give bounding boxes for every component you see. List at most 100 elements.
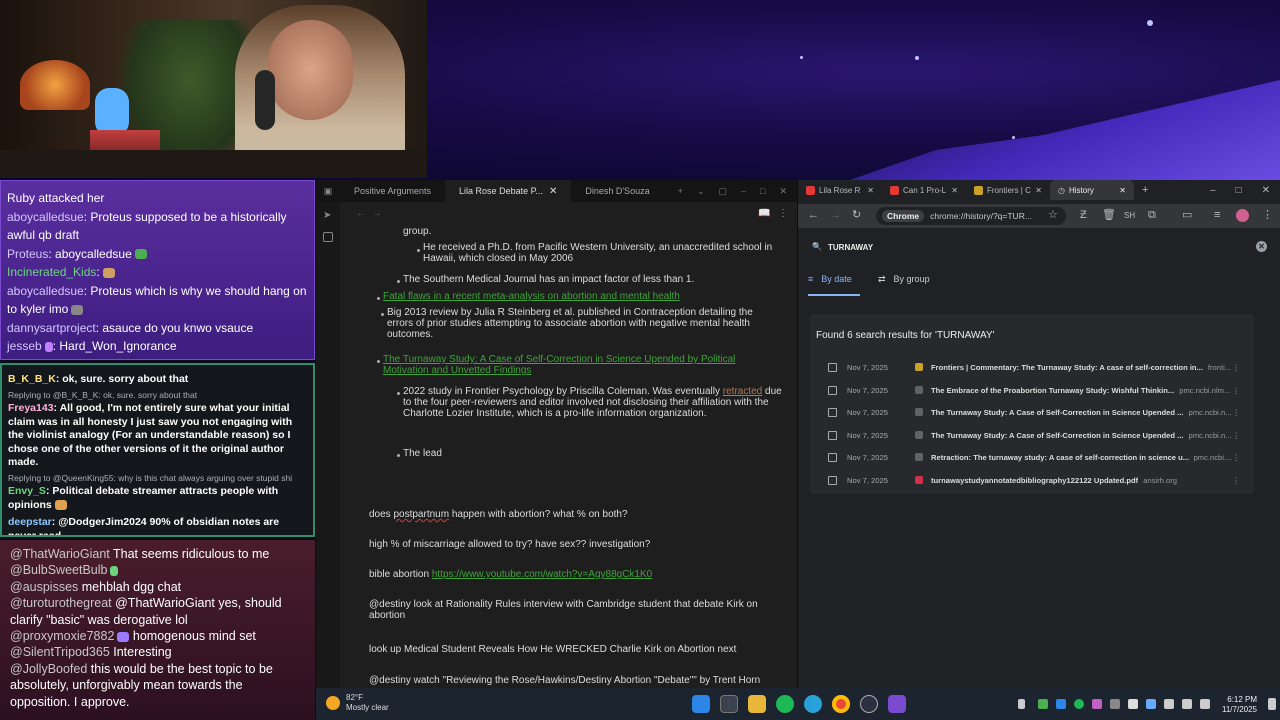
close-window-icon[interactable]: ✕ [779,186,787,197]
new-tab-icon[interactable]: + [678,186,683,197]
tab-lila-rose-debate[interactable]: Lila Rose Debate P... ✕ [445,180,572,202]
bookmark-star-icon[interactable]: ☆ [1048,210,1059,221]
tab-positive-arguments[interactable]: Positive Arguments [340,180,445,202]
more-options-icon[interactable]: ⋮ [778,208,788,219]
tray-icon[interactable] [1128,699,1138,709]
start-icon[interactable] [692,695,710,713]
chat-username[interactable]: Incinerated_Kids [7,265,96,279]
cast-icon[interactable]: ▭ [1182,210,1193,221]
maximize-icon[interactable]: □ [760,186,765,197]
task-view-icon[interactable] [720,695,738,713]
row-checkbox[interactable] [828,407,837,417]
battery-icon[interactable] [1200,699,1210,709]
misspelled-word[interactable]: postpartnum [393,509,449,520]
menu-icon[interactable]: ⋮ [1262,210,1273,221]
row-checkbox[interactable] [828,385,837,395]
chat-username[interactable]: aboycalledsue [7,210,84,224]
chrome-tab[interactable]: Lila Rose R ✕ [798,180,882,200]
row-title[interactable]: Retraction: The turnaway study: A case o… [931,453,1189,462]
more-icon[interactable]: ⋮ [1232,386,1240,395]
close-icon[interactable]: ✕ [867,186,874,195]
more-icon[interactable]: ⋮ [1232,431,1240,440]
network-icon[interactable] [1164,699,1174,709]
tab-by-date[interactable]: ≡ By date [808,274,852,284]
obsidian-icon[interactable] [888,695,906,713]
chevron-up-icon[interactable] [1018,699,1025,709]
close-icon[interactable]: ✕ [549,186,557,197]
new-tab-icon[interactable]: + [1142,184,1148,196]
note-link[interactable]: Fatal flaws in a recent meta-analysis on… [383,291,773,302]
chrome-tab-history[interactable]: ◷ History ✕ [1050,180,1134,200]
notification-icon[interactable] [1268,698,1276,710]
row-title[interactable]: turnawaystudyannotatedbibliography122122… [931,476,1138,485]
avatar[interactable] [1236,209,1249,222]
tab-dinesh-dsouza[interactable]: Dinesh D'Souza [571,180,663,202]
chat-username[interactable]: dannysartproject [7,321,96,335]
chat-username[interactable]: @ThatWarioGiant [10,547,110,561]
chat-username[interactable]: jesseb [7,339,42,353]
weather-widget[interactable]: 82°F Mostly clear [326,693,389,713]
tray-icon[interactable] [1110,699,1120,709]
row-checkbox[interactable] [828,430,837,440]
row-checkbox[interactable] [828,452,837,462]
row-title[interactable]: The Turnaway Study: A Case of Self-Corre… [931,408,1183,417]
send-icon[interactable]: ➤ [323,210,331,221]
spotify-icon[interactable] [776,695,794,713]
extension-icon[interactable]: SH [1124,210,1135,221]
row-checkbox[interactable] [828,362,837,372]
row-title[interactable]: The Embrace of the Proabortion Turnaway … [931,386,1174,395]
chevron-down-icon[interactable]: ⌄ [697,186,705,197]
more-icon[interactable]: ⋮ [1232,408,1240,417]
more-icon[interactable]: ⋮ [1232,363,1240,372]
puzzle-icon[interactable]: ⧉ [1148,210,1159,221]
chat-username[interactable]: @SilentTripod365 [10,645,110,659]
history-row[interactable]: Nov 7, 2025 The Embrace of the Proaborti… [828,383,1240,397]
close-icon[interactable]: ✕ [1119,186,1126,195]
history-row[interactable]: Nov 7, 2025 Retraction: The turnaway stu… [828,450,1240,464]
more-icon[interactable]: ⋮ [1232,453,1240,462]
volume-icon[interactable] [1182,699,1192,709]
more-icon[interactable]: ⋮ [1232,476,1240,485]
retracted-link[interactable]: retracted [723,386,762,397]
app-icon[interactable] [860,695,878,713]
address-bar[interactable]: Chrome chrome://history/?q=TUR... [876,207,1066,225]
history-row[interactable]: Nov 7, 2025 The Turnaway Study: A Case o… [828,428,1240,442]
chat-username[interactable]: @turoturothegreat [10,596,112,610]
sidebar-toggle-icon[interactable]: ▣ [316,186,340,197]
chat-username[interactable]: Proteus [7,247,48,261]
history-search[interactable]: 🔍 TURNAWAY ✕ [808,241,1270,258]
trash-icon[interactable]: 🗑 [1102,210,1116,221]
maximize-icon[interactable]: □ [1236,185,1242,196]
tab-by-group[interactable]: ⇄ By group [878,274,930,285]
system-clock[interactable]: 6:12 PM 11/7/2025 [1222,695,1257,715]
extension-icon[interactable]: Ƶ [1080,210,1091,221]
search-input[interactable]: TURNAWAY [828,243,873,252]
row-title[interactable]: The Turnaway Study: A Case of Self-Corre… [931,431,1183,440]
row-checkbox[interactable] [828,475,837,485]
forward-icon[interactable]: → [830,210,841,221]
minimize-icon[interactable]: – [1210,185,1216,196]
forward-arrow-icon[interactable]: → [372,208,382,219]
tray-icon[interactable] [1092,699,1102,709]
close-icon[interactable]: ✕ [951,186,958,195]
close-icon[interactable]: ✕ [1035,186,1042,195]
tray-icon[interactable] [1038,699,1048,709]
history-row[interactable]: Nov 7, 2025 The Turnaway Study: A Case o… [828,405,1240,419]
tray-icon[interactable] [1146,699,1156,709]
chat-username[interactable]: aboycalledsue [7,284,84,298]
back-arrow-icon[interactable]: ← [356,208,366,219]
chat-username[interactable]: Envy_S [8,485,46,497]
close-window-icon[interactable]: ✕ [1262,185,1270,196]
tray-icon[interactable] [1074,699,1084,709]
tray-icon[interactable] [1056,699,1066,709]
chat-username[interactable]: Freya143 [8,402,54,414]
chat-username[interactable]: @BulbSweetBulb [10,563,107,577]
reading-list-icon[interactable]: ≡ [1214,210,1225,221]
history-row[interactable]: Nov 7, 2025 Frontiers | Commentary: The … [828,360,1240,374]
reload-icon[interactable]: ↻ [852,210,863,221]
row-title[interactable]: Frontiers | Commentary: The Turnaway Stu… [931,363,1203,372]
chat-username[interactable]: deepstar [8,516,52,528]
youtube-link[interactable]: https://www.youtube.com/watch?v=Agy88gCk… [432,569,652,580]
chat-username[interactable]: @JollyBoofed [10,662,87,676]
history-row[interactable]: Nov 7, 2025 turnawaystudyannotatedbiblio… [828,473,1240,487]
